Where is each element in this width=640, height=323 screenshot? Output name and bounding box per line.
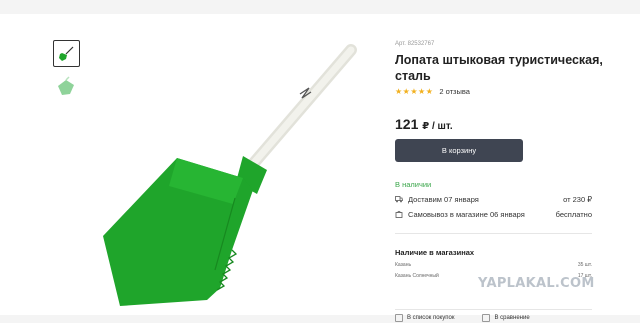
truck-icon — [395, 196, 403, 203]
divider — [395, 309, 592, 310]
pickup-option: Самовывоз в магазине 06 января бесплатно — [395, 208, 592, 220]
wishlist-label: В список покупок — [407, 315, 455, 321]
stock-status: В наличии — [395, 180, 432, 189]
stores-title: Наличие в магазинах — [395, 248, 475, 257]
divider — [395, 233, 592, 234]
pickup-price: бесплатно — [555, 209, 592, 219]
article-number: Арт. 82532767 — [395, 41, 435, 47]
reviews-link[interactable]: 2 отзыва — [439, 87, 470, 96]
delivery-label: Доставим 07 января — [408, 194, 479, 204]
wishlist-checkbox-icon — [395, 314, 403, 322]
price-unit: ₽ / шт. — [422, 121, 453, 132]
store-row[interactable]: Казань 35 шт. — [395, 262, 592, 270]
compare-checkbox-icon — [482, 314, 491, 322]
shovel-thumbnail-icon — [59, 46, 74, 61]
delivery-option: Доставим 07 января от 230 ₽ — [395, 193, 592, 205]
rating[interactable]: ★★★★★ 2 отзыва — [395, 85, 470, 97]
add-to-cart-button[interactable]: В корзину — [395, 139, 523, 162]
delivery-price: от 230 ₽ — [563, 194, 592, 204]
product-image-shovel — [103, 44, 357, 306]
store-name: Казань — [395, 262, 412, 268]
price: 121 ₽ / шт. — [395, 116, 453, 132]
shovel-alt-thumbnail-icon — [58, 76, 74, 95]
watermark: YAPLAKAL.COM — [478, 276, 595, 291]
rating-stars: ★★★★★ — [395, 86, 434, 96]
compare-label: В сравнение — [494, 315, 530, 321]
product-page: Арт. 82532767 Лопата штыковая туристичес… — [0, 14, 640, 322]
price-value: 121 — [395, 116, 419, 132]
bag-icon — [395, 210, 403, 218]
product-title: Лопата штыковая туристическая, сталь — [395, 53, 603, 83]
thumbnail-shovel-selected[interactable] — [53, 40, 80, 67]
thumbnail-shovel-alt[interactable] — [55, 76, 77, 98]
pickup-label: Самовывоз в магазине 06 января — [408, 209, 525, 219]
store-qty: 35 шт. — [577, 262, 592, 268]
